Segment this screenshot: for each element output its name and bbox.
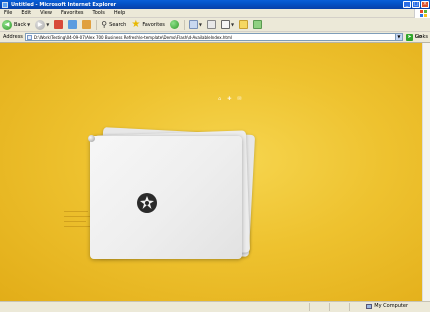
title-bar: Untitled - Microsoft Internet Explorer _… bbox=[0, 0, 430, 9]
home-icon bbox=[82, 20, 92, 29]
refresh-icon bbox=[68, 20, 78, 29]
folder-icon bbox=[239, 20, 249, 29]
mail-icon[interactable]: ✉ bbox=[237, 96, 241, 102]
flower-logo-icon bbox=[137, 193, 157, 213]
print-button[interactable] bbox=[206, 20, 216, 29]
mail-icon bbox=[188, 20, 198, 29]
search-button[interactable]: ⚲ Search bbox=[101, 20, 126, 29]
address-dropdown-button[interactable]: ▼ bbox=[394, 34, 402, 40]
menu-edit[interactable]: Edit bbox=[21, 10, 31, 16]
vertical-scrollbar[interactable] bbox=[422, 43, 430, 301]
window-title: Untitled - Microsoft Internet Explorer bbox=[11, 1, 117, 8]
address-bar: Address D:\Work\Testing\04-09-07\Alex 70… bbox=[0, 32, 430, 43]
pin-icon bbox=[88, 135, 95, 142]
paper-card-front bbox=[90, 136, 242, 259]
page-content: ⌂ ✚ ✉ bbox=[0, 43, 430, 301]
plus-icon[interactable]: ✚ bbox=[227, 96, 231, 102]
minimize-button[interactable]: _ bbox=[403, 1, 411, 8]
home-icon[interactable]: ⌂ bbox=[218, 96, 221, 102]
history-button[interactable] bbox=[169, 20, 179, 29]
menu-favorites[interactable]: Favorites bbox=[61, 10, 84, 16]
go-arrow-icon: ➤ bbox=[405, 33, 413, 41]
stop-icon bbox=[54, 20, 64, 29]
chevron-down-icon: ▼ bbox=[46, 22, 50, 27]
messenger-button[interactable] bbox=[253, 20, 263, 29]
history-icon bbox=[169, 20, 179, 29]
standard-toolbar: ◀ Back ▼ ▶ ▼ ⚲ Search ★ Favorites ▼ ▼ bbox=[0, 18, 430, 32]
edit-button[interactable]: ▼ bbox=[220, 20, 235, 29]
back-label: Back bbox=[14, 21, 27, 28]
chevron-down-icon: ▼ bbox=[198, 22, 202, 27]
refresh-button[interactable] bbox=[68, 20, 78, 29]
favorites-button[interactable]: ★ Favorites bbox=[131, 18, 165, 30]
mini-nav-icons: ⌂ ✚ ✉ bbox=[218, 96, 242, 102]
status-cell bbox=[329, 303, 330, 311]
menu-tools[interactable]: Tools bbox=[93, 10, 105, 16]
favorites-label: Favorites bbox=[142, 21, 165, 28]
folder-button[interactable] bbox=[239, 20, 249, 29]
chevron-down-icon: ▼ bbox=[230, 22, 235, 27]
messenger-icon bbox=[253, 20, 263, 29]
home-button[interactable] bbox=[82, 20, 92, 29]
forward-button[interactable]: ▶ ▼ bbox=[35, 19, 50, 30]
mail-button[interactable]: ▼ bbox=[188, 20, 202, 29]
security-zone: My Computer bbox=[366, 303, 408, 309]
search-label: Search bbox=[109, 21, 127, 28]
chevron-down-icon: ▼ bbox=[27, 22, 31, 27]
stop-button[interactable] bbox=[54, 20, 64, 29]
address-label: Address bbox=[3, 34, 23, 40]
address-input[interactable]: D:\Work\Testing\04-09-07\Alex 700 Busine… bbox=[24, 33, 403, 41]
menu-bar: File Edit View Favorites Tools Help bbox=[0, 9, 430, 18]
close-button[interactable]: × bbox=[421, 1, 429, 8]
window-controls: _ □ × bbox=[403, 1, 429, 8]
status-cell bbox=[309, 303, 310, 311]
links-button[interactable]: Links bbox=[415, 34, 428, 40]
zone-label: My Computer bbox=[374, 303, 408, 309]
status-bar: My Computer bbox=[0, 301, 430, 312]
windows-logo-icon bbox=[414, 9, 430, 18]
back-arrow-icon: ◀ bbox=[2, 19, 12, 30]
menu-help[interactable]: Help bbox=[114, 10, 125, 16]
toolbar-separator bbox=[96, 19, 98, 30]
toolbar-separator bbox=[183, 19, 185, 30]
menu-view[interactable]: View bbox=[40, 10, 52, 16]
ie-app-icon bbox=[2, 1, 8, 8]
page-icon bbox=[26, 34, 32, 40]
status-cell bbox=[349, 303, 350, 311]
favorites-star-icon: ★ bbox=[131, 18, 141, 30]
print-icon bbox=[206, 20, 216, 29]
my-computer-icon bbox=[366, 303, 373, 309]
address-url: D:\Work\Testing\04-09-07\Alex 700 Busine… bbox=[33, 34, 232, 40]
forward-arrow-icon: ▶ bbox=[35, 19, 46, 30]
maximize-button[interactable]: □ bbox=[412, 1, 420, 8]
edit-icon bbox=[220, 20, 230, 29]
search-icon: ⚲ bbox=[101, 20, 108, 29]
back-button[interactable]: ◀ Back ▼ bbox=[2, 19, 31, 30]
menu-file[interactable]: File bbox=[4, 10, 12, 16]
